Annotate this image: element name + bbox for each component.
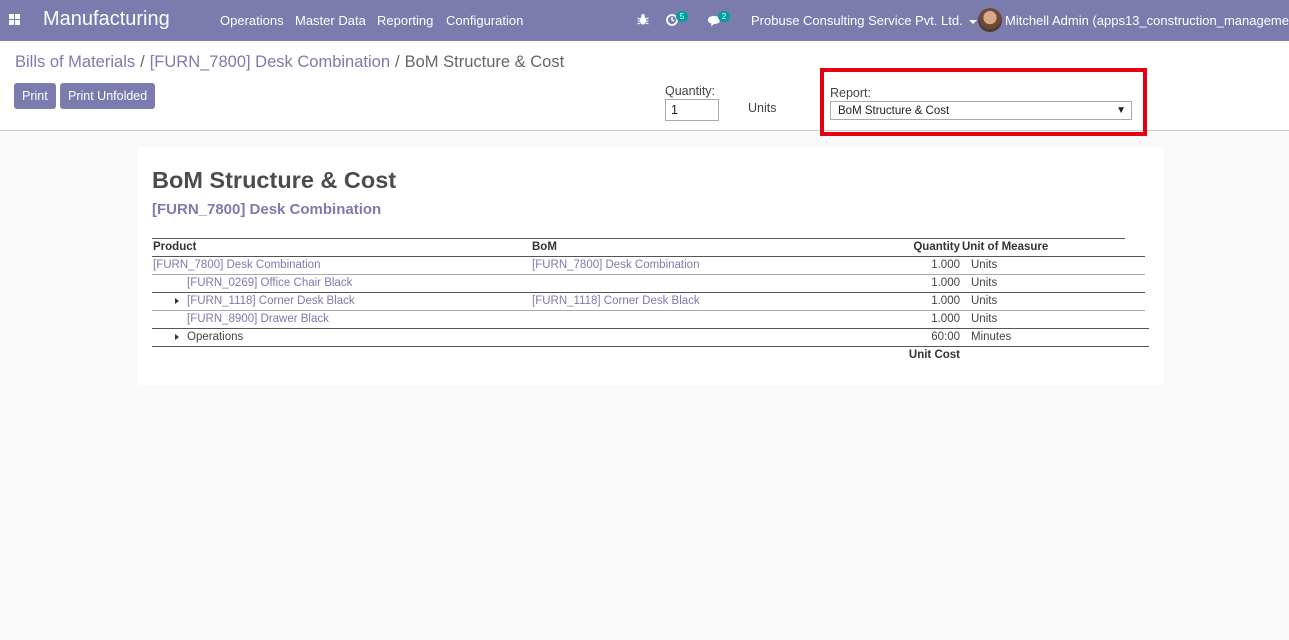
- row-divider: [152, 310, 1145, 311]
- header-bom: BoM: [532, 241, 557, 253]
- user-name: Mitchell Admin (apps13_construction_mana…: [1005, 13, 1289, 28]
- company-name: Probuse Consulting Service Pvt. Ltd.: [751, 13, 963, 28]
- header-bottom-rule: [152, 256, 1145, 257]
- menu-reporting[interactable]: Reporting: [377, 13, 433, 28]
- chevron-down-icon: [968, 19, 977, 24]
- breadcrumb-current: BoM Structure & Cost: [404, 53, 565, 71]
- breadcrumb-separator: /: [140, 53, 145, 71]
- menu-operations[interactable]: Operations: [220, 13, 284, 28]
- row-product-link[interactable]: [FURN_0269] Office Chair Black: [187, 277, 352, 289]
- row-operations-label[interactable]: Operations: [187, 331, 243, 343]
- message-count-badge: 2: [718, 11, 730, 22]
- row-divider: [152, 328, 1149, 329]
- menu-configuration[interactable]: Configuration: [446, 13, 523, 28]
- breadcrumb: Bills of Materials / [FURN_7800] Desk Comb…: [15, 53, 564, 72]
- app-title[interactable]: Manufacturing: [43, 8, 170, 31]
- top-navbar: Manufacturing Operations Master Data Rep…: [0, 0, 1289, 41]
- row-product-link[interactable]: [FURN_7800] Desk Combination: [153, 259, 320, 271]
- debug-bug-icon[interactable]: [637, 13, 649, 26]
- row-uom: Units: [971, 259, 998, 271]
- row-divider: [152, 292, 1145, 293]
- report-label: Report:: [830, 86, 871, 100]
- quantity-label: Quantity:: [665, 84, 716, 98]
- row-product-link[interactable]: [FURN_1118] Corner Desk Black: [187, 295, 355, 307]
- row-bom-link[interactable]: [FURN_7800] Desk Combination: [532, 259, 699, 271]
- row-quantity: 1.000: [931, 295, 960, 307]
- row-uom: Minutes: [971, 331, 1012, 343]
- print-unfolded-button[interactable]: Print Unfolded: [60, 83, 156, 109]
- header-product: Product: [153, 241, 197, 253]
- breadcrumb-desk-combination[interactable]: [FURN_7800] Desk Combination: [150, 53, 390, 71]
- row-bom-link[interactable]: [FURN_1118] Corner Desk Black: [532, 295, 700, 307]
- header-quantity: Quantity: [913, 241, 960, 253]
- report-title: BoM Structure & Cost: [152, 167, 397, 193]
- row-uom: Units: [971, 277, 998, 289]
- row-uom: Units: [971, 295, 998, 307]
- expand-caret-icon[interactable]: [175, 334, 179, 340]
- row-uom: Units: [971, 313, 998, 325]
- row-quantity: 1.000: [931, 259, 960, 271]
- row-quantity: 60:00: [931, 331, 960, 343]
- activity-count-badge: 5: [676, 11, 688, 22]
- quantity-units-label: Units: [748, 101, 777, 115]
- header-unit-of-measure: Unit of Measure: [962, 241, 1049, 253]
- report-subtitle-link[interactable]: [FURN_7800] Desk Combination: [152, 201, 381, 218]
- row-divider: [152, 274, 1145, 275]
- unit-cost-label: Unit Cost: [908, 349, 960, 361]
- table-bottom-rule: [152, 346, 1149, 347]
- report-select-value: BoM Structure & Cost: [838, 105, 950, 117]
- dropdown-arrow-icon: ▼: [1116, 105, 1126, 116]
- expand-caret-icon[interactable]: [175, 298, 179, 304]
- quantity-input[interactable]: [665, 99, 719, 121]
- menu-master-data[interactable]: Master Data: [295, 13, 366, 28]
- control-panel: Bills of Materials / [FURN_7800] Desk Comb…: [0, 41, 1289, 136]
- print-button[interactable]: Print: [14, 83, 56, 109]
- breadcrumb-bills-of-materials[interactable]: Bills of Materials: [15, 53, 135, 71]
- user-menu[interactable]: Mitchell Admin (apps13_construction_mana…: [1005, 13, 1289, 28]
- row-product-link[interactable]: [FURN_8900] Drawer Black: [187, 313, 329, 325]
- table-top-rule: [152, 238, 1125, 239]
- avatar[interactable]: [978, 8, 1002, 32]
- row-quantity: 1.000: [931, 313, 960, 325]
- report-select[interactable]: BoM Structure & Cost ▼: [830, 101, 1132, 120]
- breadcrumb-separator: /: [395, 53, 400, 71]
- row-quantity: 1.000: [931, 277, 960, 289]
- company-switcher[interactable]: Probuse Consulting Service Pvt. Ltd.: [751, 13, 977, 28]
- apps-menu-icon[interactable]: [9, 14, 20, 25]
- report-sheet: BoM Structure & Cost [FURN_7800] Desk Co…: [138, 147, 1164, 385]
